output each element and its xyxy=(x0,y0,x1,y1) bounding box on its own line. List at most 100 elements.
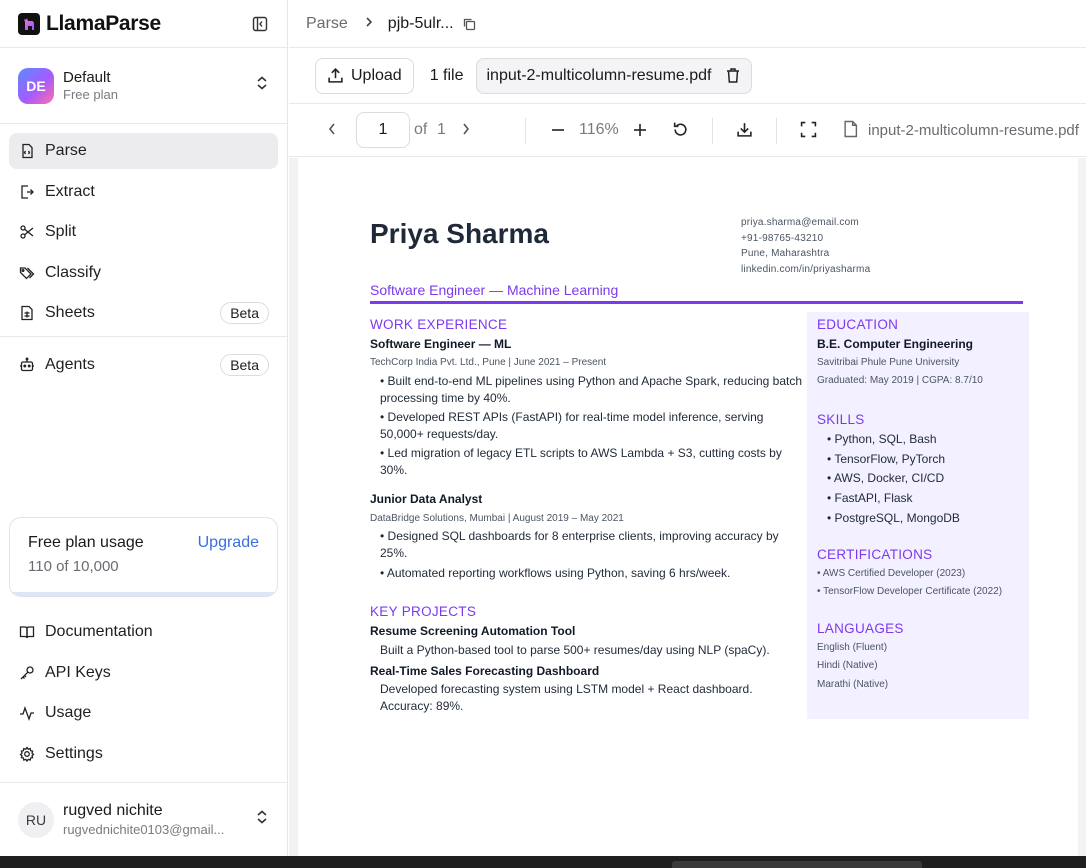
gear-icon xyxy=(18,745,36,763)
pdf-toolbar: of 1 116% xyxy=(289,104,1086,157)
nav-item-classify[interactable]: Classify xyxy=(9,255,278,291)
bullet: • Led migration of legacy ETL scripts to… xyxy=(380,446,782,460)
nav-label: Usage xyxy=(45,704,92,721)
nav-item-parse[interactable]: Parse xyxy=(9,133,278,169)
usage-title: Free plan usage xyxy=(28,534,144,551)
file-chip[interactable]: input-2-multicolumn-resume.pdf xyxy=(475,57,753,94)
bullet: 25%. xyxy=(380,546,408,560)
upload-button[interactable]: Upload xyxy=(315,57,414,94)
os-taskbar xyxy=(0,856,1086,868)
nav-label: Documentation xyxy=(45,623,153,640)
sheet-icon xyxy=(18,304,36,322)
zoom-in-icon[interactable] xyxy=(633,123,647,137)
job-bullets: • Designed SQL dashboards for 8 enterpri… xyxy=(380,528,779,582)
pdf-page: Priya Sharma priya.sharma@email.com +91-… xyxy=(298,158,1086,856)
extract-icon xyxy=(18,183,36,201)
copy-icon[interactable] xyxy=(462,17,476,31)
taskbar-item[interactable] xyxy=(672,861,922,868)
job-bullets: • Built end-to-end ML pipelines using Py… xyxy=(380,373,802,479)
nav-label: API Keys xyxy=(45,663,111,681)
work-heading: WORK EXPERIENCE xyxy=(370,317,508,332)
workspace-switcher[interactable]: DE Default Free plan xyxy=(0,48,287,124)
certifications-heading: CERTIFICATIONS xyxy=(817,547,933,562)
sidebar-collapse-icon[interactable] xyxy=(251,15,269,33)
cert-item: • AWS Certified Developer (2023) xyxy=(817,568,966,579)
page-of-label: of xyxy=(414,121,428,138)
document-viewer[interactable]: Priya Sharma priya.sharma@email.com +91-… xyxy=(289,158,1086,856)
languages-heading: LANGUAGES xyxy=(817,621,904,636)
nav-item-documentation[interactable]: Documentation xyxy=(9,614,278,650)
toolbar-divider xyxy=(776,118,777,144)
bullet: 50,000+ requests/day. xyxy=(380,427,499,441)
job-title: Software Engineer — ML xyxy=(370,337,512,351)
university: Savitribai Phule Pune University xyxy=(817,357,960,368)
page-number-input[interactable] xyxy=(356,112,410,148)
brand-header: LlamaParse xyxy=(0,0,287,48)
nav-label: Split xyxy=(45,223,77,240)
bullet: 30%. xyxy=(380,463,408,477)
nav-item-api-keys[interactable]: API Keys xyxy=(9,655,278,691)
book-icon xyxy=(18,623,36,641)
key-icon xyxy=(18,664,36,682)
nav-label: Extract xyxy=(45,182,95,200)
nav-item-sheets[interactable]: Sheets Beta xyxy=(9,295,278,331)
tags-icon xyxy=(18,264,36,282)
activity-icon xyxy=(18,704,36,722)
chevron-left-icon[interactable] xyxy=(327,122,337,136)
brand-name: LlamaParse xyxy=(46,11,161,35)
trash-icon[interactable] xyxy=(725,67,741,84)
job-meta: DataBridge Solutions, Mumbai | August 20… xyxy=(370,513,624,524)
rotate-icon[interactable] xyxy=(672,121,689,138)
zoom-level: 116% xyxy=(579,121,619,138)
nav-item-split[interactable]: Split xyxy=(9,214,278,250)
contact-linkedin: linkedin.com/in/priyasharma xyxy=(741,263,871,275)
nav-label: Classify xyxy=(45,263,102,281)
bullet: • Automated reporting workflows using Py… xyxy=(380,566,731,580)
download-icon[interactable] xyxy=(736,121,753,138)
bullet: processing time by 40%. xyxy=(380,391,511,405)
project-line: Built a Python-based tool to parse 500+ … xyxy=(380,643,770,657)
nav-item-settings[interactable]: Settings xyxy=(9,736,278,772)
bullet: • Designed SQL dashboards for 8 enterpri… xyxy=(380,529,779,543)
zoom-out-icon[interactable] xyxy=(551,123,565,137)
graduation: Graduated: May 2019 | CGPA: 8.7/10 xyxy=(817,375,983,386)
bot-icon xyxy=(18,356,36,374)
usage-progress-bar xyxy=(10,592,277,596)
breadcrumb-parse[interactable]: Parse xyxy=(306,15,348,33)
skill-item: • Python, SQL, Bash xyxy=(827,432,937,446)
file-bar: Upload 1 file input-2-multicolumn-resume… xyxy=(289,48,1086,104)
app-window: LlamaParse DE Default Free plan Parse Ex… xyxy=(0,0,1086,868)
toolbar-divider xyxy=(525,118,526,144)
nav-item-agents[interactable]: Agents Beta xyxy=(9,347,278,383)
project-line: Accuracy: 89%. xyxy=(380,699,464,713)
upload-label: Upload xyxy=(351,66,402,84)
language-item: Hindi (Native) xyxy=(817,660,878,671)
degree: B.E. Computer Engineering xyxy=(817,337,974,351)
skill-item: • FastAPI, Flask xyxy=(827,491,913,506)
chevron-right-icon xyxy=(364,15,374,33)
cert-item: • TensorFlow Developer Certificate (2022… xyxy=(817,586,1003,597)
bullet: • Developed REST APIs (FastAPI) for real… xyxy=(380,410,764,424)
job-meta: TechCorp India Pvt. Ltd., Pune | June 20… xyxy=(370,357,607,368)
fullscreen-icon[interactable] xyxy=(800,121,817,138)
chevrons-up-down-icon[interactable] xyxy=(255,809,269,830)
upgrade-link[interactable]: Upgrade xyxy=(198,534,259,552)
nav-item-usage[interactable]: Usage xyxy=(9,695,278,731)
contact-phone: +91-98765-43210 xyxy=(741,232,824,244)
contact-location: Pune, Maharashtra xyxy=(741,248,830,259)
resume-role: Software Engineer — Machine Learning xyxy=(370,282,619,298)
language-item: English (Fluent) xyxy=(817,642,888,653)
viewer-scrollbar[interactable] xyxy=(1078,158,1086,856)
skill-item: • TensorFlow, PyTorch xyxy=(827,451,946,466)
user-menu[interactable]: RU rugved nichite rugvednichite0103@gmai… xyxy=(0,782,287,856)
chevron-right-icon[interactable] xyxy=(461,122,471,136)
usage-card: Free plan usage Upgrade 110 of 10,000 xyxy=(9,517,278,597)
chevrons-up-down-icon[interactable] xyxy=(255,75,269,96)
usage-count: 110 of 10,000 xyxy=(28,558,119,575)
user-name: rugved nichite xyxy=(63,802,163,819)
nav-item-extract[interactable]: Extract xyxy=(9,174,278,210)
nav-divider xyxy=(0,335,287,337)
resume-contact: priya.sharma@email.com +91-98765-43210 P… xyxy=(741,215,870,277)
project-line: Developed forecasting system using LSTM … xyxy=(380,682,753,696)
file-count: 1 file xyxy=(429,66,464,84)
